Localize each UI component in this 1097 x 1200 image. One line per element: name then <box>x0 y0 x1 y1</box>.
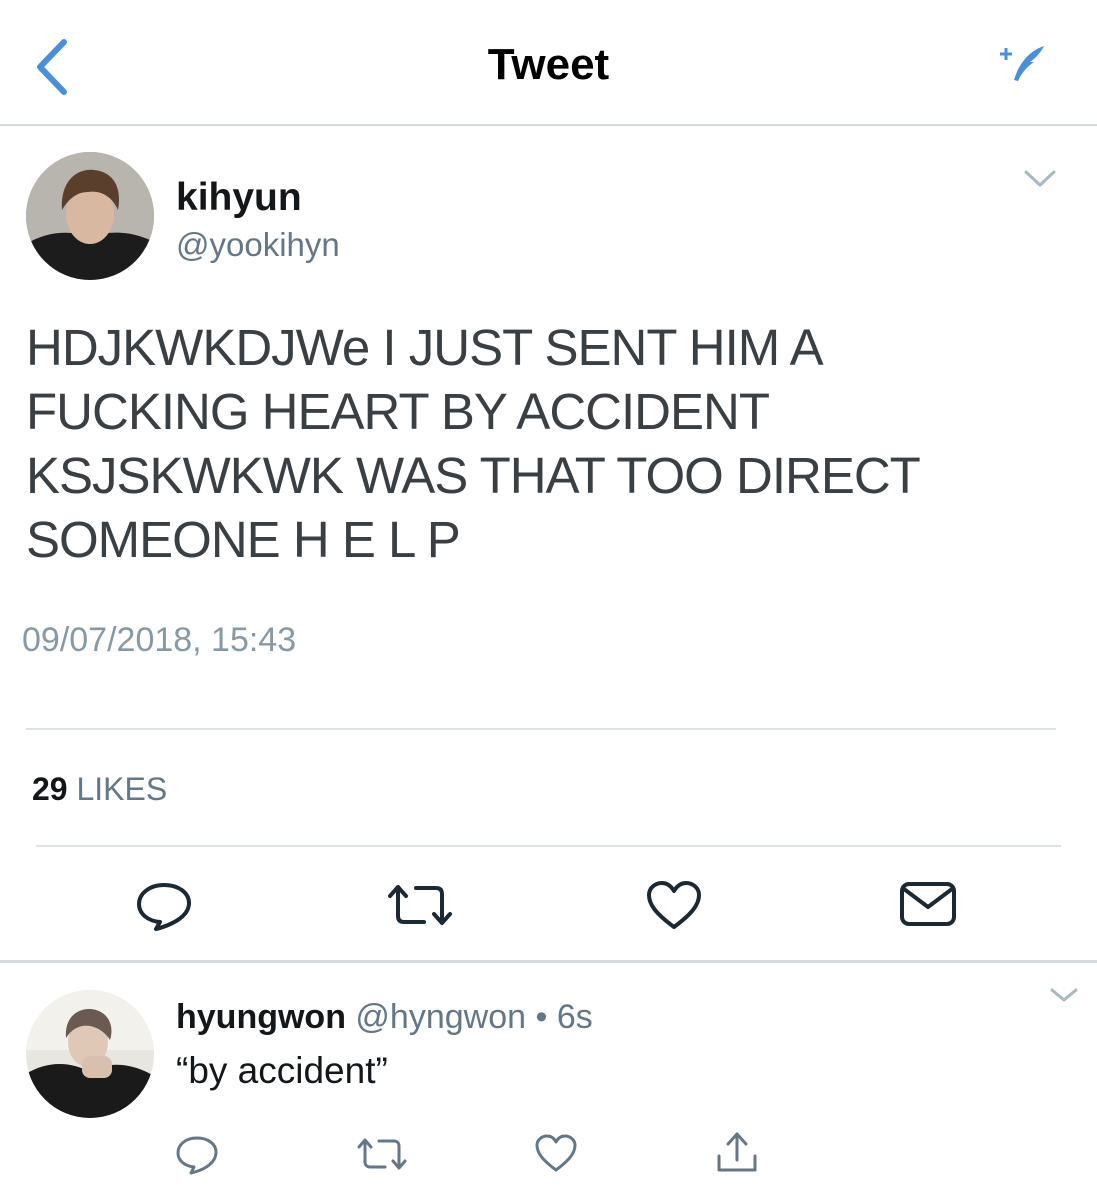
likes-stat[interactable]: 29 LIKES <box>32 771 167 808</box>
likes-count: 29 <box>32 771 68 807</box>
direct-message-button[interactable] <box>898 880 958 933</box>
reply-text: “by accident” <box>176 1050 388 1091</box>
author-handle[interactable]: @yookihyn <box>176 226 340 264</box>
share-icon <box>717 1132 757 1172</box>
reply-menu-button[interactable] <box>1044 982 1084 1008</box>
retweet-icon <box>357 1138 407 1170</box>
reply-header: hyungwon @hyngwon • 6s <box>176 998 593 1037</box>
likes-label: LIKES <box>76 771 168 807</box>
reply-icon <box>176 1136 218 1175</box>
reply-reply-button[interactable] <box>174 1134 220 1181</box>
tweet-menu-button[interactable] <box>1020 165 1060 191</box>
compose-tweet-button[interactable] <box>996 40 1052 90</box>
like-icon <box>647 881 701 929</box>
reply-button[interactable] <box>134 880 194 937</box>
divider <box>0 960 1097 963</box>
direct-message-icon <box>900 882 956 926</box>
chevron-down-icon <box>1050 988 1078 1002</box>
tweet-timestamp: 09/07/2018, 15:43 <box>22 621 297 659</box>
reply-author-name[interactable]: hyungwon <box>176 998 346 1036</box>
tweet-text-line: KSJSKWKWK WAS THAT TOO DIRECT <box>26 447 921 504</box>
page-title: Tweet <box>487 40 610 89</box>
author-avatar[interactable] <box>26 152 154 280</box>
chevron-down-icon <box>1024 170 1056 187</box>
reply-author-handle[interactable]: @hyngwon <box>355 998 526 1036</box>
reply-icon <box>137 883 191 931</box>
reply-retweet-button[interactable] <box>355 1136 409 1177</box>
like-icon <box>535 1134 577 1172</box>
like-button[interactable] <box>645 880 703 937</box>
tweet-text-line: FUCKING HEART BY ACCIDENT <box>26 383 770 440</box>
reply-share-button[interactable] <box>714 1130 760 1181</box>
divider <box>26 728 1056 730</box>
reply-time: 6s <box>556 998 593 1036</box>
retweet-icon <box>388 885 452 925</box>
top-nav-bar: Tweet <box>0 0 1097 126</box>
reply-author-avatar[interactable] <box>26 990 154 1118</box>
tweet-text: HDJKWKDJWe I JUST SENT HIM A FUCKING HEA… <box>26 316 1066 572</box>
divider <box>36 845 1061 847</box>
tweet-text-line: SOMEONE H E L P <box>26 511 461 568</box>
separator-dot: • <box>535 998 548 1036</box>
retweet-button[interactable] <box>384 882 456 933</box>
tweet-text-line: HDJKWKDJWe I JUST SENT HIM A <box>26 319 824 376</box>
reply-like-button[interactable] <box>534 1134 578 1179</box>
compose-tweet-icon <box>1000 46 1044 81</box>
author-name[interactable]: kihyun <box>176 176 302 220</box>
